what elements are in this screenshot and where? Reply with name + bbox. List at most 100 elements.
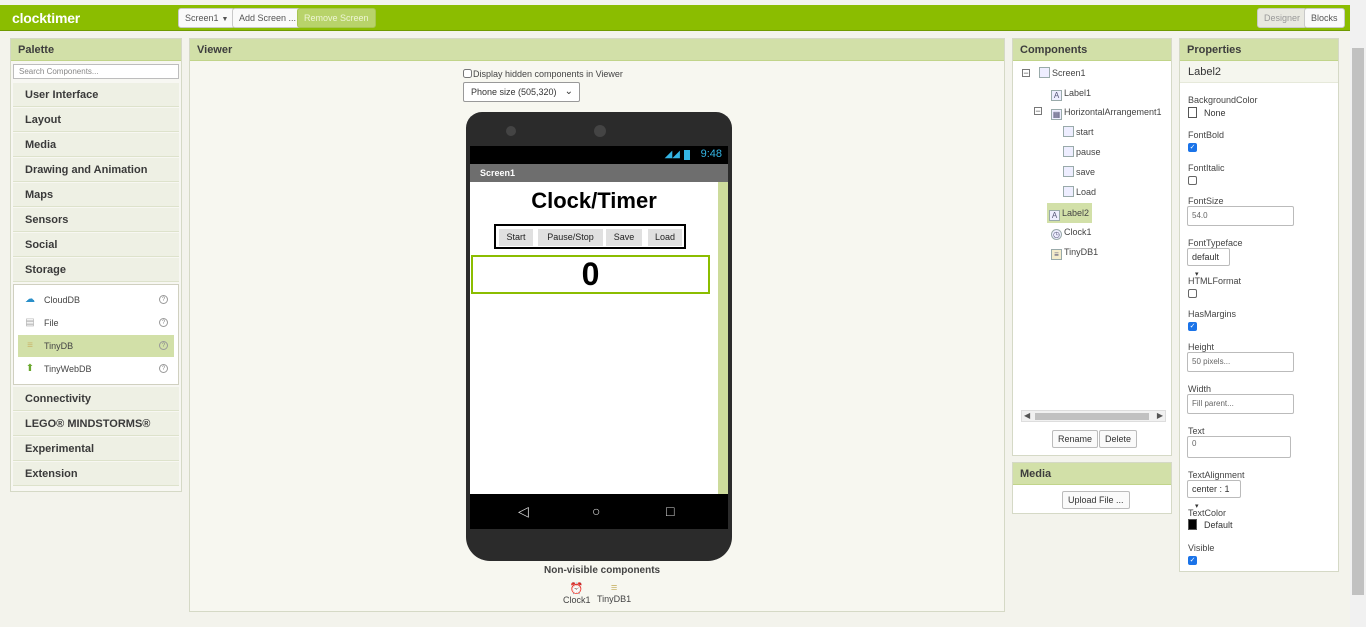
pause-button[interactable]: Pause/Stop xyxy=(538,229,603,246)
rename-button[interactable]: Rename xyxy=(1052,430,1099,448)
category-sensors[interactable]: Sensors xyxy=(13,208,179,232)
screen-select-label: Screen1 xyxy=(185,13,219,23)
help-icon[interactable]: ? xyxy=(159,295,168,304)
font-typeface-value: default xyxy=(1192,252,1220,262)
category-extension[interactable]: Extension xyxy=(13,462,179,486)
load-button[interactable]: Load xyxy=(648,229,682,246)
screen-scrollbar xyxy=(718,182,728,494)
nonvisible-clock1[interactable]: ⏰ Clock1 xyxy=(563,582,591,605)
collapse-toggle-icon[interactable]: − xyxy=(1022,69,1030,78)
font-bold-checkbox[interactable]: ✓ xyxy=(1188,143,1197,152)
category-media[interactable]: Media xyxy=(13,133,179,157)
page-scroll-thumb[interactable] xyxy=(1352,48,1364,595)
clock-icon: ◷ xyxy=(1051,229,1062,240)
label1[interactable]: Clock/Timer xyxy=(470,188,718,214)
font-typeface-select[interactable]: default ▾ xyxy=(1187,248,1230,278)
category-user-interface[interactable]: User Interface xyxy=(13,83,179,107)
tree-node-label1[interactable]: A Label1 xyxy=(1051,85,1091,101)
tree-node-screen1[interactable]: Screen1 xyxy=(1039,65,1086,81)
status-bar: ◢◢ 9:48 xyxy=(470,146,728,164)
label2[interactable]: 0 xyxy=(471,255,710,294)
category-experimental[interactable]: Experimental xyxy=(13,437,179,461)
category-storage[interactable]: Storage xyxy=(13,258,179,282)
screen-title-bar: Screen1 xyxy=(470,164,728,182)
nonvisible-label: Clock1 xyxy=(563,595,591,605)
button-icon xyxy=(1063,166,1074,177)
search-components-input[interactable] xyxy=(13,64,179,79)
horizontal-arrangement[interactable]: Start Pause/Stop Save Load xyxy=(494,224,686,249)
tree-node-label: Screen1 xyxy=(1052,68,1086,78)
height-input[interactable]: 50 pixels... xyxy=(1187,352,1294,372)
visible-checkbox[interactable]: ✓ xyxy=(1188,556,1197,565)
font-typeface-label: FontTypeface xyxy=(1188,238,1243,248)
category-maps[interactable]: Maps xyxy=(13,183,179,207)
start-button[interactable]: Start xyxy=(499,229,533,246)
palette-item-tinydb[interactable]: ≡ TinyDB ? xyxy=(18,335,174,357)
palette-title: Palette xyxy=(11,39,181,61)
scroll-thumb[interactable] xyxy=(1035,413,1149,420)
tree-node-load[interactable]: Load xyxy=(1063,184,1096,200)
tree-node-label: HorizontalArrangement1 xyxy=(1064,107,1162,117)
nonvisible-tinydb1[interactable]: ≡ TinyDB1 xyxy=(597,582,631,604)
has-margins-checkbox[interactable]: ✓ xyxy=(1188,322,1197,331)
font-italic-checkbox[interactable] xyxy=(1188,176,1197,185)
category-social[interactable]: Social xyxy=(13,233,179,257)
remove-screen-button[interactable]: Remove Screen xyxy=(297,8,376,28)
tree-node-start[interactable]: start xyxy=(1063,124,1094,140)
tree-node-save[interactable]: save xyxy=(1063,164,1095,180)
palette-item-file[interactable]: ▤ File ? xyxy=(18,312,174,334)
tree-node-tinydb1[interactable]: ≡ TinyDB1 xyxy=(1051,244,1098,260)
media-panel: Media Upload File ... xyxy=(1012,462,1172,514)
text-label: Text xyxy=(1188,426,1205,436)
components-title: Components xyxy=(1013,39,1171,61)
hidden-components-checkbox[interactable] xyxy=(463,69,472,78)
text-input[interactable]: 0 xyxy=(1187,436,1291,458)
button-icon xyxy=(1063,186,1074,197)
file-icon: ▤ xyxy=(25,317,35,328)
designer-button[interactable]: Designer xyxy=(1257,8,1308,28)
help-icon[interactable]: ? xyxy=(159,341,168,350)
screen-select[interactable]: Screen1 ▼ xyxy=(178,8,236,28)
blocks-button[interactable]: Blocks xyxy=(1304,8,1345,28)
button-icon xyxy=(1063,126,1074,137)
palette-item-clouddb[interactable]: ☁ CloudDB ? xyxy=(18,289,174,311)
help-icon[interactable]: ? xyxy=(159,318,168,327)
tree-node-clock1[interactable]: ◷ Clock1 xyxy=(1051,224,1092,240)
background-color-swatch[interactable] xyxy=(1188,107,1197,118)
project-title: clocktimer xyxy=(12,10,81,26)
add-screen-button[interactable]: Add Screen ... xyxy=(232,8,304,28)
phone-size-select[interactable]: Phone size (505,320) ⌄ xyxy=(463,82,580,102)
category-drawing-animation[interactable]: Drawing and Animation xyxy=(13,158,179,182)
scroll-right-icon[interactable]: ▶ xyxy=(1157,411,1163,421)
help-icon[interactable]: ? xyxy=(159,364,168,373)
tree-horizontal-scrollbar[interactable]: ◀ ▶ xyxy=(1021,410,1166,422)
html-format-label: HTMLFormat xyxy=(1188,276,1242,286)
tree-node-label2[interactable]: A Label2 xyxy=(1047,203,1093,223)
save-button[interactable]: Save xyxy=(606,229,642,246)
media-title: Media xyxy=(1013,463,1171,485)
upload-file-button[interactable]: Upload File ... xyxy=(1062,491,1130,509)
scroll-left-icon[interactable]: ◀ xyxy=(1024,411,1030,421)
tree-node-pause[interactable]: pause xyxy=(1063,144,1101,160)
viewer-panel: Viewer Display hidden components in View… xyxy=(189,38,1005,612)
back-icon: ◁ xyxy=(518,503,529,519)
tree-node-label: Label1 xyxy=(1064,88,1092,98)
palette-panel: Palette User Interface Layout Media Draw… xyxy=(10,38,182,492)
collapse-toggle-icon[interactable]: − xyxy=(1034,107,1042,116)
phone-screen: Clock/Timer Start Pause/Stop Save Load 0 xyxy=(470,182,728,494)
page-vertical-scrollbar[interactable] xyxy=(1350,0,1366,627)
text-alignment-select[interactable]: center : 1 ▾ xyxy=(1187,480,1241,510)
text-color-value[interactable]: Default xyxy=(1204,520,1233,530)
font-size-input[interactable]: 54.0 xyxy=(1187,206,1294,226)
delete-button[interactable]: Delete xyxy=(1099,430,1138,448)
palette-item-tinywebdb[interactable]: ⬆ TinyWebDB ? xyxy=(18,358,174,380)
tree-node-horizontalarrangement1[interactable]: ▦ HorizontalArrangement1 xyxy=(1051,104,1162,120)
category-layout[interactable]: Layout xyxy=(13,108,179,132)
width-input[interactable]: Fill parent... xyxy=(1187,394,1294,414)
category-connectivity[interactable]: Connectivity xyxy=(13,387,179,411)
background-color-value[interactable]: None xyxy=(1204,108,1226,118)
category-lego-mindstorms[interactable]: LEGO® MINDSTORMS® xyxy=(13,412,179,436)
html-format-checkbox[interactable] xyxy=(1188,289,1197,298)
selected-component-name: Label2 xyxy=(1180,61,1338,83)
text-color-swatch[interactable] xyxy=(1188,519,1197,530)
